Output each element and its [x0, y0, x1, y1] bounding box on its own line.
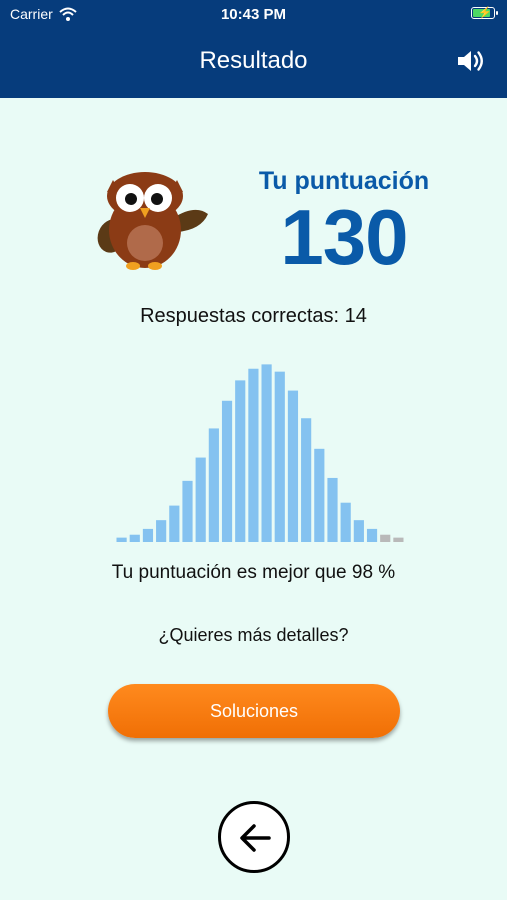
- percentile-text: Tu puntuación es mejor que 98 %: [111, 562, 396, 583]
- histogram-bar: [129, 534, 140, 542]
- correct-answers: Respuestas correctas: 14: [140, 305, 367, 327]
- histogram-bar: [314, 448, 325, 542]
- histogram-bar: [380, 534, 391, 542]
- histogram-bar: [182, 480, 193, 542]
- histogram-bar: [169, 505, 180, 542]
- battery-icon: ⚡: [471, 7, 498, 19]
- details-prompt: ¿Quieres más detalles?: [158, 625, 349, 645]
- status-time: 10:43 PM: [220, 6, 287, 23]
- histogram-bar: [393, 537, 404, 542]
- status-bar: Carrier 10:43 PM ⚡: [0, 0, 507, 28]
- histogram-bar: [327, 477, 338, 542]
- solutions-button-label: Soluciones: [209, 700, 299, 721]
- header: Carrier 10:43 PM ⚡ Resultado: [0, 0, 507, 98]
- histogram-bar: [142, 528, 154, 542]
- owl-mascot-icon: [97, 172, 208, 270]
- score-distribution-chart: [116, 364, 404, 542]
- histogram-bar: [261, 364, 272, 542]
- page-title: Resultado: [199, 47, 308, 74]
- score-value: 130: [280, 193, 408, 281]
- histogram-bar: [353, 520, 364, 542]
- histogram-bar: [301, 418, 312, 542]
- histogram-bar: [156, 520, 167, 542]
- histogram-bar: [235, 380, 246, 542]
- histogram-bar: [116, 537, 127, 542]
- histogram-bar: [221, 400, 233, 542]
- solutions-button[interactable]: Soluciones: [108, 684, 400, 738]
- histogram-bar: [340, 502, 351, 542]
- arrow-left-icon: [240, 824, 271, 852]
- speaker-icon[interactable]: [455, 46, 487, 76]
- back-button[interactable]: [218, 801, 290, 873]
- histogram-bar: [208, 428, 219, 542]
- histogram-bar: [287, 390, 299, 542]
- histogram-bar: [366, 528, 378, 542]
- histogram-bar: [248, 368, 259, 542]
- histogram-bar: [274, 371, 285, 542]
- histogram-bar: [195, 457, 206, 542]
